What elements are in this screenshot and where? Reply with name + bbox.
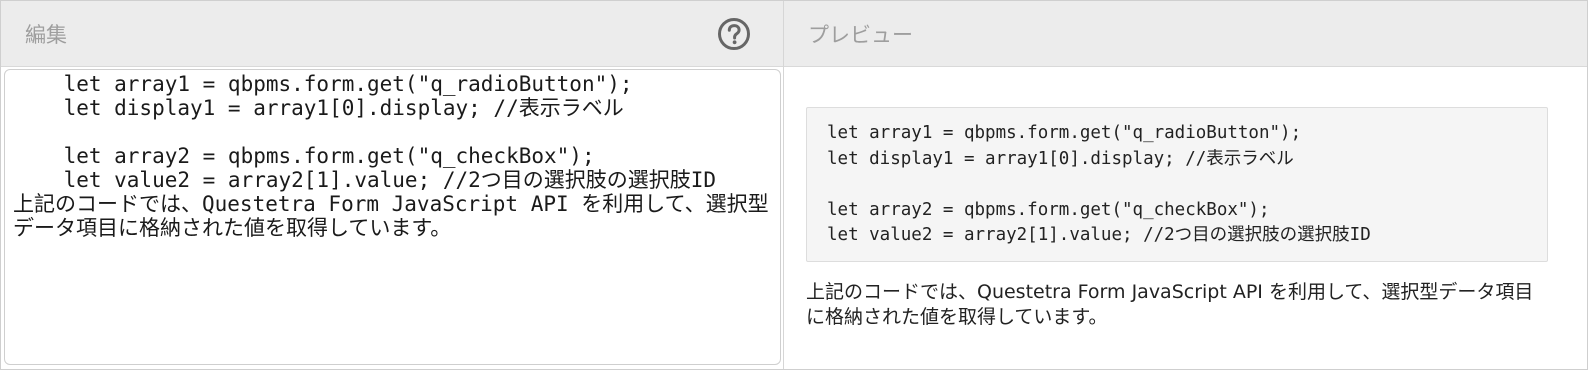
code-line: let display1 = array1[0].display; //表示ラベ… (827, 148, 1294, 169)
code-line: let array1 = qbpms.form.get("q_radioButt… (13, 72, 633, 96)
code-line: let value2 = array2[1].value; //2つ目の選択肢の… (13, 168, 717, 192)
help-button[interactable] (717, 17, 751, 51)
edit-pane: 編集 let array1 = qbpms.form.get("q_radioB… (1, 1, 784, 369)
editor-content[interactable]: let array1 = qbpms.form.get("q_radioButt… (5, 70, 780, 364)
code-line: let display1 = array1[0].display; //表示ラベ… (13, 96, 624, 120)
preview-pane: プレビュー let array1 = qbpms.form.get("q_rad… (784, 1, 1587, 369)
preview-paragraph: 上記のコードでは、Questetra Form JavaScript API を… (806, 280, 1534, 328)
question-circle-icon (718, 18, 750, 50)
preview-code-block: let array1 = qbpms.form.get("q_radioButt… (806, 107, 1548, 262)
editor-textarea[interactable]: let array1 = qbpms.form.get("q_radioButt… (4, 69, 781, 365)
code-line: let value2 = array2[1].value; //2つ目の選択肢の… (827, 225, 1371, 245)
code-line: let array1 = qbpms.form.get("q_radioButt… (827, 123, 1302, 143)
edit-pane-header: 編集 (1, 1, 783, 67)
edit-pane-title: 編集 (25, 22, 67, 47)
preview-content: let array1 = qbpms.form.get("q_radioButt… (806, 107, 1548, 330)
preview-pane-title: プレビュー (808, 22, 913, 47)
markdown-editor: 編集 let array1 = qbpms.form.get("q_radioB… (0, 0, 1588, 370)
code-line: let array2 = qbpms.form.get("q_checkBox"… (13, 144, 595, 168)
preview-pane-header: プレビュー (784, 1, 1587, 67)
code-line: let array2 = qbpms.form.get("q_checkBox"… (827, 199, 1270, 220)
editor-paragraph: 上記のコードでは、Questetra Form JavaScript API を… (13, 192, 769, 240)
